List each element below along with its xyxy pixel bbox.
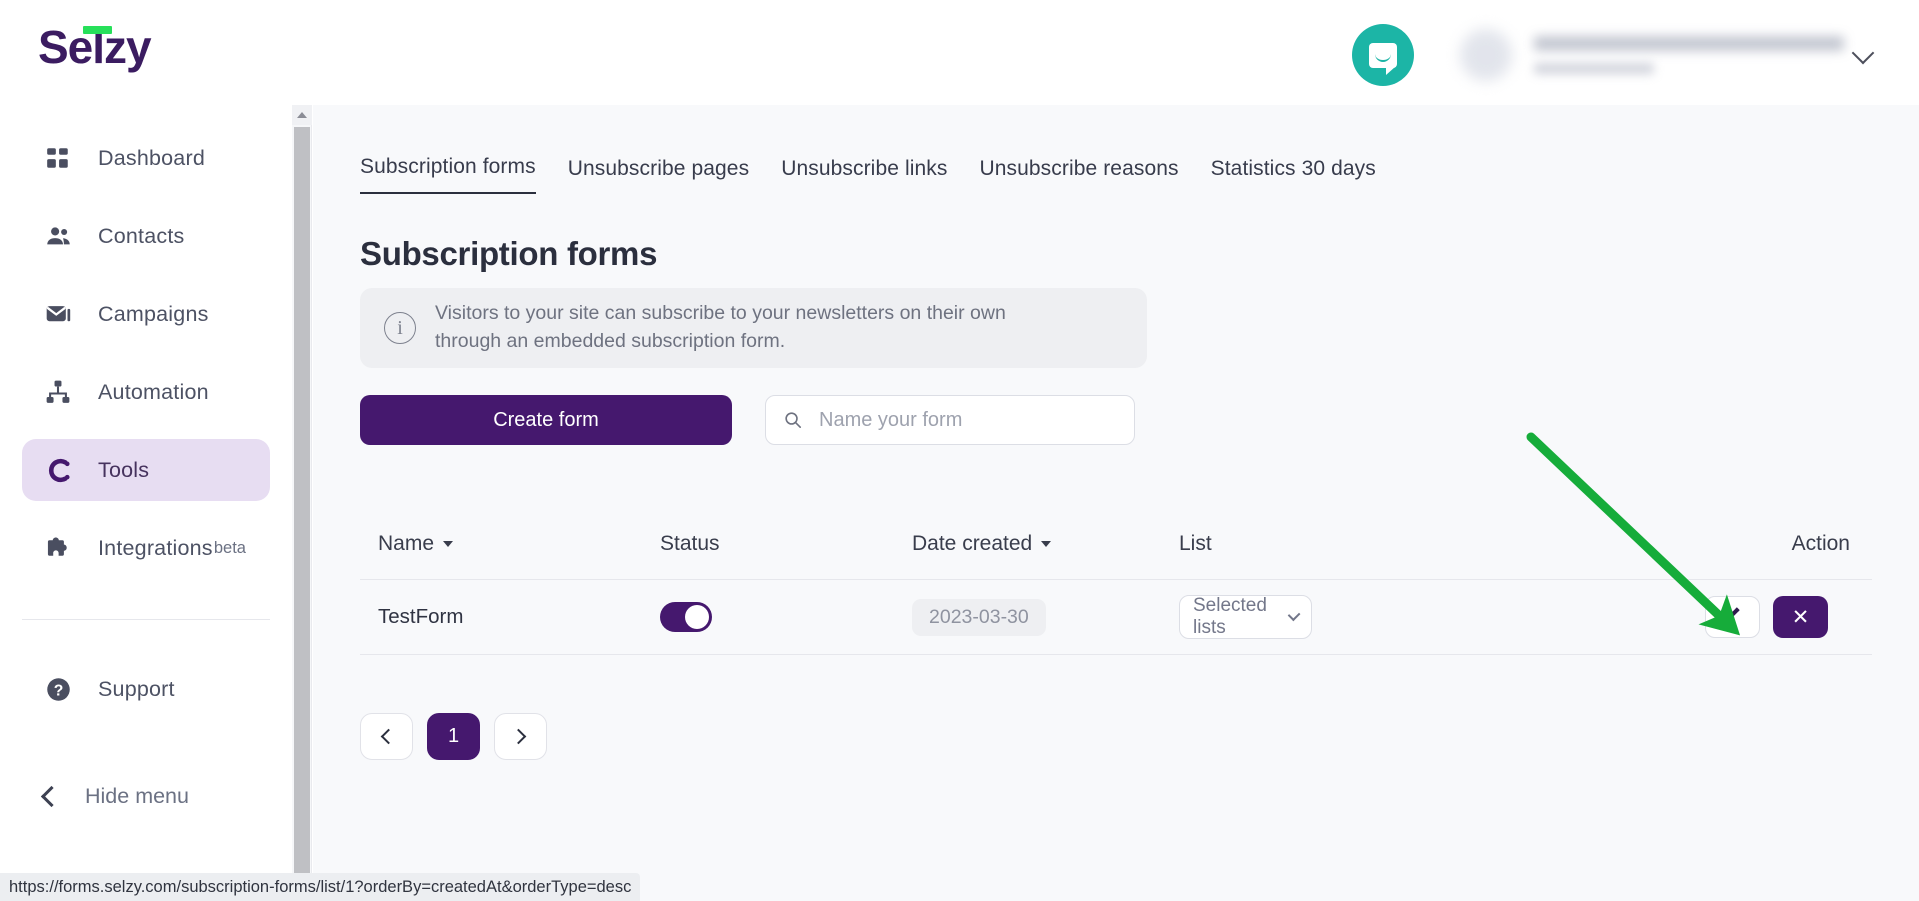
column-header-list-label: List <box>1179 531 1212 555</box>
table-row[interactable]: TestForm 2023-03-30 Selected lists ✕ <box>360 580 1872 654</box>
chevron-left-icon <box>40 785 63 808</box>
info-banner: i Visitors to your site can subscribe to… <box>360 288 1147 368</box>
avatar <box>1460 29 1512 81</box>
account-menu[interactable] <box>1460 24 1844 86</box>
sidebar-item-label: Automation <box>98 379 209 404</box>
main-content: Subscription forms Unsubscribe pages Uns… <box>313 105 1919 901</box>
sidebar-item-tools[interactable]: Tools <box>22 439 270 501</box>
cell-status <box>660 602 912 632</box>
status-url-text: https://forms.selzy.com/subscription-for… <box>9 877 632 896</box>
envelope-icon <box>44 300 72 328</box>
pencil-icon <box>1723 605 1742 630</box>
grid-icon <box>44 144 72 172</box>
hide-menu-label: Hide menu <box>85 784 189 808</box>
pagination: 1 <box>360 713 547 760</box>
column-header-name-label: Name <box>378 531 435 555</box>
tab-unsubscribe-reasons[interactable]: Unsubscribe reasons <box>979 157 1178 194</box>
logo-accent-bar <box>83 26 112 34</box>
column-header-action: Action <box>1549 532 1872 556</box>
cell-list: Selected lists <box>1179 595 1549 639</box>
column-header-status-label: Status <box>660 531 720 555</box>
pagination-next-button[interactable] <box>494 713 547 760</box>
tab-bar: Subscription forms Unsubscribe pages Uns… <box>360 155 1408 194</box>
sidebar-item-campaigns[interactable]: Campaigns <box>22 283 270 345</box>
status-toggle[interactable] <box>660 602 712 632</box>
pagination-prev-button[interactable] <box>360 713 413 760</box>
selected-lists-label: Selected lists <box>1193 595 1267 638</box>
status-bar-url: https://forms.selzy.com/subscription-for… <box>0 873 640 901</box>
chevron-down-icon[interactable] <box>1851 41 1875 65</box>
sidebar-divider <box>22 619 270 620</box>
sort-caret-icon[interactable] <box>443 540 454 547</box>
beta-badge: beta <box>213 538 246 557</box>
chevron-left-icon <box>380 728 397 745</box>
delete-button[interactable]: ✕ <box>1773 596 1828 638</box>
chevron-down-icon <box>1287 608 1301 622</box>
create-form-button[interactable]: Create form <box>360 395 732 445</box>
account-text <box>1534 36 1844 74</box>
column-header-status: Status <box>660 532 912 556</box>
question-icon: ? <box>44 675 72 703</box>
sitemap-icon <box>44 378 72 406</box>
edit-button[interactable] <box>1705 596 1760 638</box>
chat-widget-button[interactable] <box>1352 24 1414 86</box>
column-header-list: List <box>1179 532 1549 556</box>
tab-unsubscribe-links[interactable]: Unsubscribe links <box>781 157 947 194</box>
hide-menu-button[interactable]: Hide menu <box>40 784 189 809</box>
sort-caret-icon[interactable] <box>1041 540 1052 547</box>
forms-table: Name Status Date created List Action Tes… <box>360 508 1872 655</box>
smile-icon <box>1375 54 1391 62</box>
puzzle-icon <box>44 534 72 562</box>
info-banner-text: Visitors to your site can subscribe to y… <box>435 302 1006 352</box>
account-balance-blurred <box>1534 63 1654 74</box>
search-icon <box>784 411 802 429</box>
tab-unsubscribe-pages[interactable]: Unsubscribe pages <box>568 157 749 194</box>
sidebar: Dashboard Contacts Campaigns Automation … <box>0 105 292 901</box>
svg-text:?: ? <box>53 682 63 699</box>
sidebar-item-label: Dashboard <box>98 145 205 170</box>
column-header-action-label: Action <box>1791 531 1850 555</box>
chat-bubble-icon <box>1369 42 1397 75</box>
search-input[interactable] <box>819 408 1116 432</box>
column-header-date-label: Date created <box>912 531 1033 555</box>
search-form-field[interactable] <box>765 395 1135 445</box>
action-buttons: ✕ <box>1705 596 1850 638</box>
sidebar-item-automation[interactable]: Automation <box>22 361 270 423</box>
chevron-right-icon <box>510 728 527 745</box>
content-scrollbar[interactable] <box>292 105 312 901</box>
tools-icon <box>44 456 72 484</box>
date-badge: 2023-03-30 <box>912 598 1046 636</box>
sidebar-item-dashboard[interactable]: Dashboard <box>22 127 270 189</box>
scroll-up-button[interactable] <box>292 105 312 125</box>
page-title: Subscription forms <box>360 235 658 272</box>
cell-action: ✕ <box>1549 596 1872 638</box>
sidebar-item-integrations[interactable]: Integrations beta <box>22 517 270 579</box>
close-icon: ✕ <box>1791 605 1810 629</box>
info-icon: i <box>384 312 416 344</box>
app-window: Selzy Dashboard Contacts Campaigns Autom… <box>0 0 1919 901</box>
scrollbar-thumb[interactable] <box>294 127 310 877</box>
row-divider <box>360 654 1872 655</box>
column-header-name[interactable]: Name <box>360 532 660 556</box>
sidebar-item-label: Campaigns <box>98 301 209 326</box>
people-icon <box>44 222 72 250</box>
sidebar-item-support[interactable]: ? Support <box>22 658 270 720</box>
table-header-row: Name Status Date created List Action <box>360 508 1872 580</box>
account-email-blurred <box>1534 36 1844 51</box>
tab-statistics-30-days[interactable]: Statistics 30 days <box>1211 157 1376 194</box>
cell-date-created: 2023-03-30 <box>912 598 1179 636</box>
pagination-page-1[interactable]: 1 <box>427 713 480 760</box>
sidebar-item-label: Support <box>98 676 175 701</box>
tab-subscription-forms[interactable]: Subscription forms <box>360 155 536 194</box>
selected-lists-dropdown[interactable]: Selected lists <box>1179 595 1312 639</box>
sidebar-item-contacts[interactable]: Contacts <box>22 205 270 267</box>
sidebar-item-label: Tools <box>98 457 150 482</box>
sidebar-item-label: Contacts <box>98 223 185 248</box>
column-header-date-created[interactable]: Date created <box>912 532 1179 556</box>
cell-form-name: TestForm <box>378 605 464 628</box>
top-bar: Selzy <box>0 0 1919 105</box>
sidebar-item-label: Integrations <box>98 535 213 560</box>
toggle-knob <box>685 605 709 629</box>
